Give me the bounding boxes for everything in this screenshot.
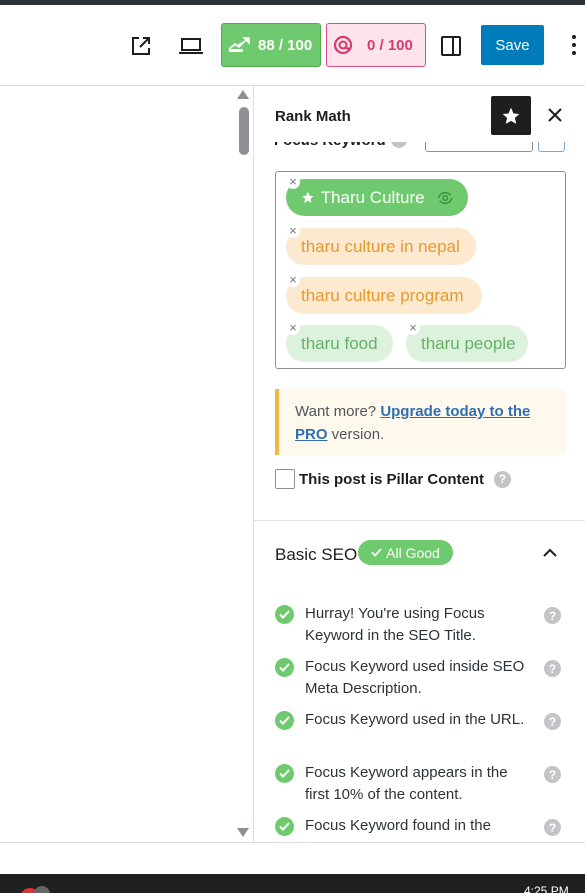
- rank-math-icon: [228, 37, 250, 52]
- rank-math-sidebar: Focus Keyword × Tharu Culture × tharu cu…: [253, 86, 585, 842]
- trend-icon[interactable]: [437, 190, 453, 206]
- seo-check-text: Focus Keyword used in the URL.: [305, 711, 525, 728]
- clock-time: 4:25 PM: [524, 884, 569, 893]
- focus-keyword-field[interactable]: × Tharu Culture × tharu culture in nepal…: [275, 171, 566, 369]
- all-good-badge: All Good: [358, 540, 453, 565]
- keyword-tag-label: Tharu Culture: [320, 187, 425, 207]
- keyword-tag[interactable]: × tharu food: [286, 321, 393, 362]
- seo-check-item: Hurray! You're using Focus Keyword in th…: [275, 603, 575, 647]
- seo-check-item: Focus Keyword used in the URL. ?: [275, 709, 575, 753]
- seo-score-value: 88 / 100: [258, 36, 313, 54]
- sidebar-header: Rank Math: [254, 86, 585, 142]
- chevron-up-icon[interactable]: [541, 544, 559, 562]
- scroll-down-arrow-icon[interactable]: [237, 828, 249, 837]
- keyword-tag[interactable]: × tharu culture program: [286, 273, 482, 314]
- seo-check-text: Focus Keyword used inside SEO Meta Descr…: [305, 658, 525, 697]
- all-good-label: All Good: [386, 544, 440, 561]
- save-button[interactable]: Save: [481, 25, 544, 65]
- help-icon[interactable]: ?: [494, 470, 512, 488]
- help-icon[interactable]: ?: [544, 607, 561, 624]
- more-options-icon[interactable]: [566, 29, 582, 61]
- remove-keyword-icon[interactable]: ×: [286, 224, 300, 238]
- keyword-tag[interactable]: × tharu culture in nepal: [286, 224, 476, 265]
- editor-toolbar: 88 / 100 0 / 100 Save: [0, 5, 585, 86]
- success-check-icon: [275, 605, 294, 624]
- external-link-icon[interactable]: [126, 31, 156, 61]
- keyword-tag-primary[interactable]: × Tharu Culture: [286, 175, 468, 216]
- notice-suffix: version.: [327, 426, 385, 443]
- sidebar-toggle-icon[interactable]: [436, 31, 466, 61]
- star-icon[interactable]: [491, 96, 531, 135]
- user-avatar-icon[interactable]: [20, 880, 54, 893]
- notice-text: Want more?: [295, 403, 381, 420]
- help-icon[interactable]: ?: [544, 819, 561, 836]
- keyword-tag-label: tharu culture in nepal: [301, 236, 460, 256]
- laptop-preview-icon[interactable]: [176, 31, 206, 61]
- keyword-tag[interactable]: × tharu people: [406, 321, 528, 362]
- help-icon[interactable]: ?: [544, 766, 561, 783]
- content-ai-score-button[interactable]: 0 / 100: [326, 23, 426, 67]
- seo-check-text: Hurray! You're using Focus Keyword in th…: [305, 605, 485, 644]
- primary-star-icon: [302, 191, 314, 203]
- remove-keyword-icon[interactable]: ×: [286, 175, 300, 189]
- content-ai-icon: [333, 35, 353, 55]
- content-ai-score-value: 0 / 100: [367, 36, 413, 54]
- remove-keyword-icon[interactable]: ×: [286, 273, 300, 287]
- basic-seo-title[interactable]: Basic SEO: [275, 545, 357, 565]
- pillar-content-label[interactable]: This post is Pillar Content: [299, 471, 484, 488]
- keyword-tag-label: tharu culture program: [301, 285, 464, 305]
- seo-check-item: Focus Keyword found in the ?: [275, 815, 575, 842]
- seo-check-text: Focus Keyword appears in the first 10% o…: [305, 764, 508, 803]
- remove-keyword-icon[interactable]: ×: [286, 321, 300, 335]
- seo-check-text: Focus Keyword found in the: [305, 817, 491, 834]
- os-taskbar: 4:25 PM: [0, 874, 585, 893]
- help-icon[interactable]: ?: [544, 713, 561, 730]
- keyword-tag-label: tharu people: [421, 333, 516, 353]
- help-icon[interactable]: ?: [544, 660, 561, 677]
- section-divider: [254, 520, 585, 521]
- keyword-tag-label: tharu food: [301, 333, 378, 353]
- sidebar-title: Rank Math: [275, 108, 351, 125]
- success-check-icon: [275, 658, 294, 677]
- upgrade-notice: Want more? Upgrade today to the PRO vers…: [275, 389, 566, 455]
- seo-check-item: Focus Keyword used inside SEO Meta Descr…: [275, 656, 575, 700]
- success-check-icon: [275, 764, 294, 783]
- scroll-up-arrow-icon[interactable]: [237, 90, 249, 99]
- pillar-content-row: This post is Pillar Content ?: [275, 468, 512, 490]
- check-icon: [371, 548, 382, 557]
- sidebar-scroll-area[interactable]: Focus Keyword × Tharu Culture × tharu cu…: [254, 86, 585, 842]
- canvas-scrollbar-thumb[interactable]: [239, 107, 249, 155]
- success-check-icon: [275, 817, 294, 836]
- editor-canvas: [0, 86, 253, 842]
- seo-check-item: Focus Keyword appears in the first 10% o…: [275, 762, 575, 806]
- editor-footer: [0, 842, 585, 874]
- remove-keyword-icon[interactable]: ×: [406, 321, 420, 335]
- close-icon[interactable]: [544, 104, 566, 126]
- success-check-icon: [275, 711, 294, 730]
- seo-score-button[interactable]: 88 / 100: [221, 23, 321, 67]
- pillar-content-checkbox[interactable]: [275, 469, 295, 489]
